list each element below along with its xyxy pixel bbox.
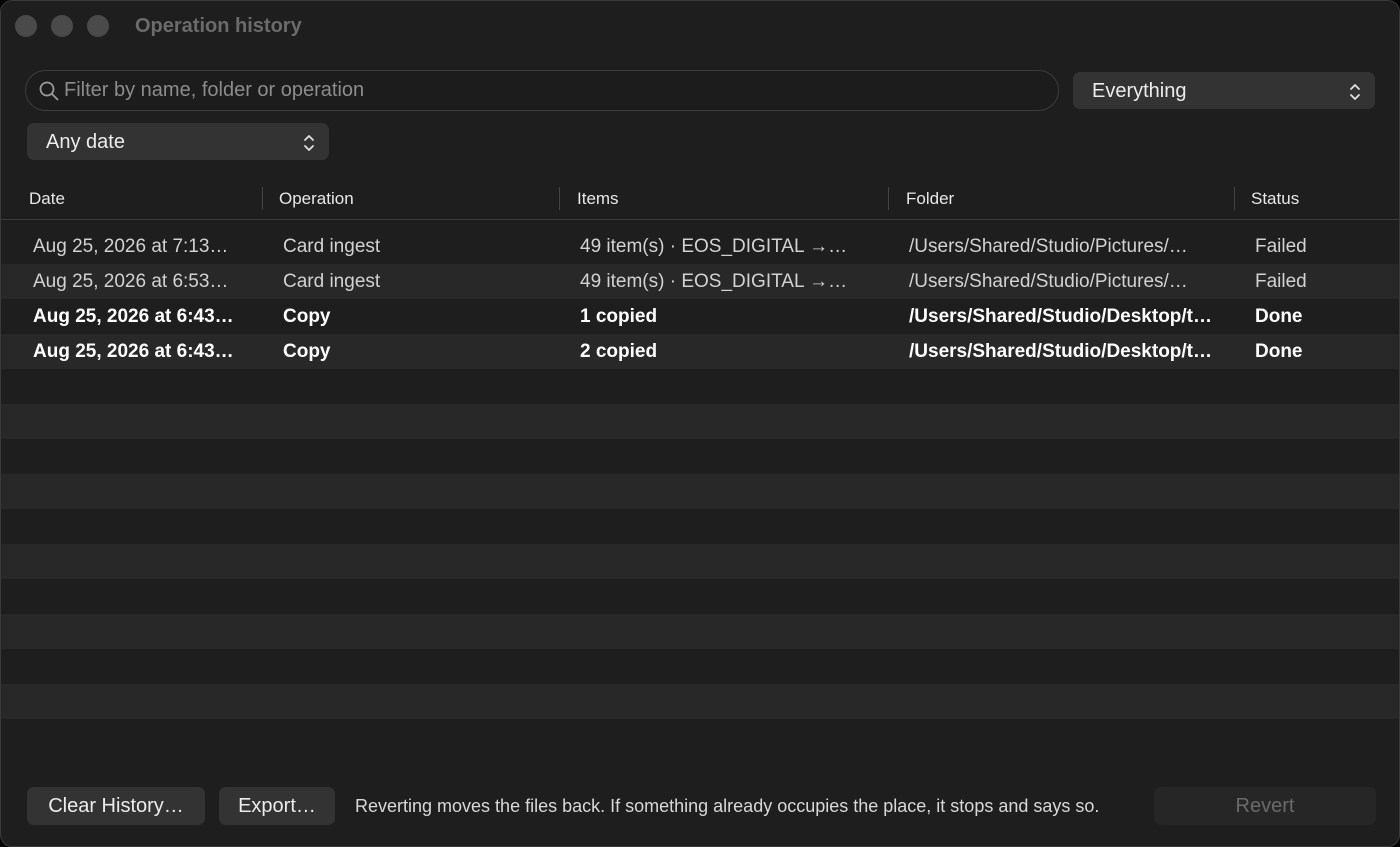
- search-icon: [39, 81, 59, 101]
- empty-row: [1, 404, 1399, 439]
- export-button[interactable]: Export…: [219, 787, 335, 825]
- cell-status: Done: [1255, 306, 1303, 327]
- operation-type-value: Everything: [1092, 80, 1187, 102]
- cell-operation: Card ingest: [283, 271, 381, 292]
- cell-date: Aug 25, 2026 at 7:13…: [33, 236, 229, 257]
- search-input[interactable]: [64, 71, 1044, 110]
- table-row[interactable]: Aug 25, 2026 at 7:13… Card ingest 49 ite…: [1, 229, 1399, 264]
- empty-row: [1, 544, 1399, 579]
- cell-items: 1 copied: [580, 306, 658, 327]
- column-header-status[interactable]: Status: [1251, 189, 1299, 209]
- date-range-value: Any date: [46, 131, 125, 153]
- table-header: Date Operation Items Folder Status: [1, 179, 1399, 220]
- cell-date: Aug 25, 2026 at 6:43…: [33, 341, 234, 362]
- operation-type-popup[interactable]: Everything: [1073, 72, 1375, 109]
- search-field[interactable]: [25, 70, 1059, 111]
- empty-row: [1, 369, 1399, 404]
- cell-folder: /Users/Shared/Studio/Desktop/t…: [909, 341, 1213, 362]
- cell-items: 49 item(s) · EOS_DIGITAL →…: [580, 236, 848, 257]
- empty-row: [1, 649, 1399, 684]
- cell-operation: Card ingest: [283, 236, 381, 257]
- column-header-items[interactable]: Items: [577, 189, 619, 209]
- close-window-button[interactable]: [15, 15, 37, 37]
- cell-folder: /Users/Shared/Studio/Pictures/…: [909, 271, 1188, 292]
- column-header-folder[interactable]: Folder: [906, 189, 954, 209]
- table-body: Aug 25, 2026 at 7:13… Card ingest 49 ite…: [1, 229, 1399, 754]
- window-title: Operation history: [135, 15, 302, 37]
- cell-items: 49 item(s) · EOS_DIGITAL →…: [580, 271, 848, 292]
- cell-date: Aug 25, 2026 at 6:53…: [33, 271, 229, 292]
- cell-status: Failed: [1255, 236, 1307, 257]
- empty-row: [1, 684, 1399, 719]
- minimize-window-button[interactable]: [51, 15, 73, 37]
- column-divider[interactable]: [559, 187, 560, 210]
- chevron-up-down-icon: [304, 135, 314, 151]
- empty-row: [1, 719, 1399, 754]
- operation-history-window: Operation history Everything Any date Da…: [0, 0, 1400, 847]
- empty-row: [1, 439, 1399, 474]
- cell-operation: Copy: [283, 306, 331, 327]
- footer-bar: Clear History… Export… Reverting moves t…: [1, 766, 1399, 846]
- revert-info-text: Reverting moves the files back. If somet…: [355, 796, 1100, 816]
- column-header-date[interactable]: Date: [29, 189, 65, 209]
- cell-operation: Copy: [283, 341, 331, 362]
- table-row[interactable]: Aug 25, 2026 at 6:43… Copy 1 copied /Use…: [1, 299, 1399, 334]
- empty-row: [1, 579, 1399, 614]
- table-row[interactable]: Aug 25, 2026 at 6:53… Card ingest 49 ite…: [1, 264, 1399, 299]
- cell-folder: /Users/Shared/Studio/Desktop/t…: [909, 306, 1213, 327]
- empty-row: [1, 614, 1399, 649]
- cell-folder: /Users/Shared/Studio/Pictures/…: [909, 236, 1188, 257]
- table-row[interactable]: Aug 25, 2026 at 6:43… Copy 2 copied /Use…: [1, 334, 1399, 369]
- empty-row: [1, 509, 1399, 544]
- column-header-operation[interactable]: Operation: [279, 189, 354, 209]
- cell-items: 2 copied: [580, 341, 658, 362]
- empty-row: [1, 474, 1399, 509]
- cell-status: Done: [1255, 341, 1303, 362]
- title-bar: Operation history: [1, 1, 1399, 53]
- cell-status: Failed: [1255, 271, 1307, 292]
- cell-date: Aug 25, 2026 at 6:43…: [33, 306, 234, 327]
- revert-button[interactable]: Revert: [1154, 787, 1376, 825]
- column-divider[interactable]: [1234, 187, 1235, 210]
- date-range-popup[interactable]: Any date: [27, 123, 329, 160]
- chevron-up-down-icon: [1350, 84, 1360, 100]
- clear-history-button[interactable]: Clear History…: [27, 787, 205, 825]
- zoom-window-button[interactable]: [87, 15, 109, 37]
- column-divider[interactable]: [262, 187, 263, 210]
- column-divider[interactable]: [888, 187, 889, 210]
